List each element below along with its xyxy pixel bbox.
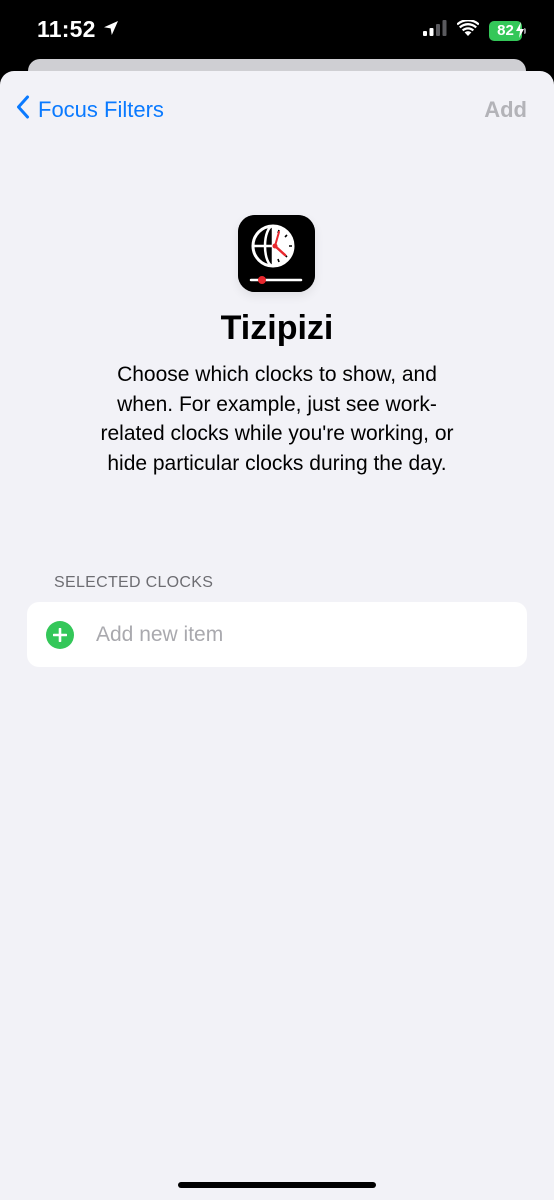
status-time-group: 11:52 bbox=[37, 16, 120, 43]
globe-clock-icon bbox=[238, 215, 315, 292]
home-indicator[interactable] bbox=[178, 1182, 376, 1188]
add-button[interactable]: Add bbox=[484, 97, 527, 123]
add-new-item-row[interactable]: Add new item bbox=[27, 602, 527, 667]
plus-circle-icon[interactable] bbox=[46, 620, 74, 649]
cellular-signal-icon bbox=[423, 20, 447, 41]
app-name: Tizipizi bbox=[220, 309, 334, 347]
location-arrow-icon bbox=[102, 16, 120, 43]
wifi-icon bbox=[456, 19, 480, 41]
status-time: 11:52 bbox=[37, 16, 96, 42]
chevron-left-icon bbox=[16, 95, 30, 125]
back-button-label: Focus Filters bbox=[38, 97, 164, 122]
status-bar: 11:52 82 bbox=[0, 0, 554, 62]
add-new-item-label[interactable]: Add new item bbox=[96, 623, 223, 647]
status-indicators: 82 bbox=[423, 19, 526, 42]
back-button[interactable]: Focus Filters bbox=[16, 95, 164, 125]
battery-indicator: 82 bbox=[489, 20, 526, 42]
charging-bolt-icon bbox=[515, 21, 525, 42]
app-description: Choose which clocks to show, and when. F… bbox=[100, 363, 454, 475]
section-header: SELECTED CLOCKS bbox=[54, 574, 214, 591]
focus-filter-sheet: Focus Filters Add Tizipizi Choose which … bbox=[0, 71, 554, 1200]
screen: 11:52 82 Focus Filters Add Tizipizi Choo… bbox=[0, 0, 554, 1200]
battery-level: 82 bbox=[497, 22, 514, 39]
